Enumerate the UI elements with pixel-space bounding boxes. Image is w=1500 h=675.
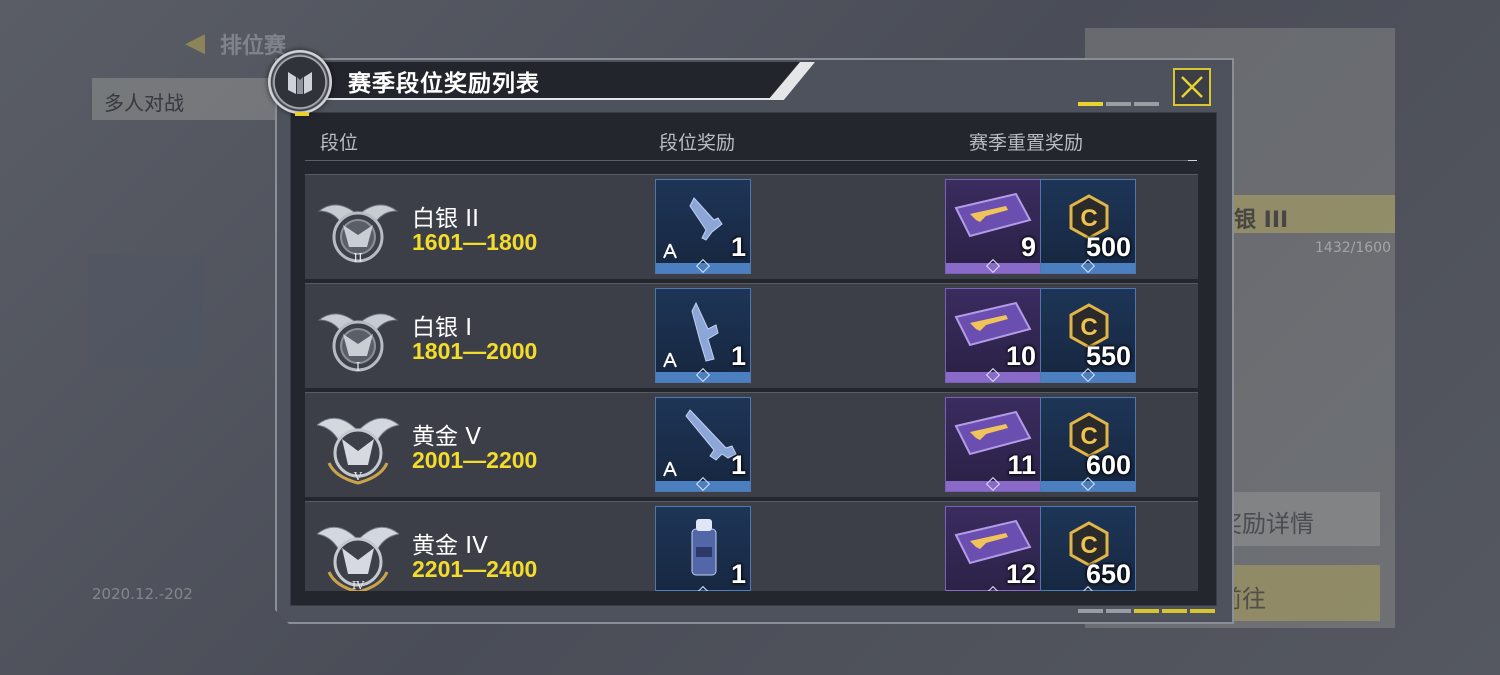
blueprint-compass-icon: [663, 243, 677, 259]
silver-i-emblem-icon: I: [317, 313, 399, 374]
reward-quantity: 10: [1005, 341, 1036, 371]
reset-cod-points-item[interactable]: C 500: [1040, 179, 1136, 274]
reset-cod-points-item[interactable]: C 600: [1040, 397, 1136, 492]
reward-quantity: 1: [730, 341, 746, 371]
svg-text:C: C: [1080, 532, 1097, 559]
rank-reward-item[interactable]: 1: [655, 288, 751, 383]
reward-quantity: 11: [1007, 450, 1036, 480]
rank-row: V 黄金 V 2001—2200 1 11 C 600: [305, 392, 1198, 497]
reward-quantity: 9: [1020, 232, 1036, 262]
reward-quantity: 650: [1085, 559, 1131, 589]
rank-name: 黄金 IV: [412, 533, 488, 559]
silver-ii-emblem-icon: II: [317, 204, 399, 265]
reset-cod-points-item[interactable]: C 650: [1040, 506, 1136, 591]
bg-season-dates: 2020.12.-202: [92, 585, 193, 603]
rank-reward-item[interactable]: 1: [655, 397, 751, 492]
svg-text:C: C: [1080, 314, 1097, 341]
reward-quantity: 550: [1085, 341, 1131, 371]
rank-range: 2201—2400: [412, 556, 538, 582]
header-rank: 段位: [320, 132, 359, 154]
rank-row: IV 黄金 IV 2201—2400 1 12 C 650: [305, 501, 1198, 591]
rank-reward-item[interactable]: 1: [655, 179, 751, 274]
reset-xp-card-item[interactable]: 9: [945, 179, 1041, 274]
page-dot: [1134, 102, 1159, 106]
page-indicator-top: [1078, 102, 1159, 106]
blueprint-compass-icon: [663, 461, 677, 477]
reset-xp-card-item[interactable]: 10: [945, 288, 1041, 383]
header-divider-accent: [1188, 160, 1197, 161]
reward-quantity: 500: [1085, 232, 1131, 262]
svg-text:IV: IV: [352, 579, 365, 591]
header-rank-reward: 段位奖励: [659, 132, 736, 154]
bg-card: [88, 255, 203, 367]
reward-quantity: 12: [1005, 559, 1036, 589]
gold-iv-emblem-icon: IV: [317, 526, 399, 591]
rank-name: 白银 I: [412, 315, 473, 341]
badge-accent: [295, 112, 309, 116]
svg-text:V: V: [353, 470, 363, 483]
bg-topbar: ◀ 排位赛: [90, 10, 340, 59]
reward-quantity: 1: [730, 450, 746, 480]
dialog-title: 赛季段位奖励列表: [348, 71, 540, 97]
rank-range: 1801—2000: [412, 338, 538, 364]
header-divider: [305, 160, 1197, 161]
ranked-badge-icon: [268, 50, 332, 114]
gold-v-emblem-icon: V: [317, 417, 399, 485]
page-dot: [1078, 609, 1103, 613]
rank-range: 2001—2200: [412, 447, 538, 473]
page-indicator-bottom: [1078, 609, 1215, 613]
page-dot: [1106, 102, 1131, 106]
svg-text:I: I: [356, 360, 361, 374]
rank-row: II 白银 II 1601—1800 1 9 C 500: [305, 174, 1198, 279]
rank-reward-item[interactable]: 1: [655, 506, 751, 591]
page-dot: [1134, 609, 1159, 613]
rank-name: 白银 II: [412, 206, 479, 232]
svg-text:II: II: [353, 251, 363, 265]
page-dot: [1190, 609, 1215, 613]
page-dot: [1162, 609, 1187, 613]
close-icon: [1181, 76, 1203, 98]
reset-xp-card-item[interactable]: 12: [945, 506, 1041, 591]
bg-title: 排位赛: [220, 34, 287, 59]
svg-text:C: C: [1080, 205, 1097, 232]
bg-progress: 1432/1600: [1315, 240, 1391, 256]
blueprint-compass-icon: [663, 352, 677, 368]
svg-text:C: C: [1080, 423, 1097, 450]
page-dot: [1106, 609, 1131, 613]
back-arrow-icon: ◀: [185, 28, 205, 58]
header-season-reset-reward: 赛季重置奖励: [969, 132, 1084, 154]
page-dot: [1078, 102, 1103, 106]
close-button[interactable]: [1173, 68, 1211, 106]
reward-quantity: 1: [730, 559, 746, 589]
reward-quantity: 600: [1085, 450, 1131, 480]
reward-quantity: 1: [730, 232, 746, 262]
rank-row: I 白银 I 1801—2000 1 10 C 550: [305, 283, 1198, 388]
reset-xp-card-item[interactable]: 11: [945, 397, 1041, 492]
bg-mode-label: 多人对战: [104, 91, 184, 115]
reset-cod-points-item[interactable]: C 550: [1040, 288, 1136, 383]
rank-name: 黄金 V: [412, 424, 482, 450]
rank-range: 1601—1800: [412, 229, 538, 255]
